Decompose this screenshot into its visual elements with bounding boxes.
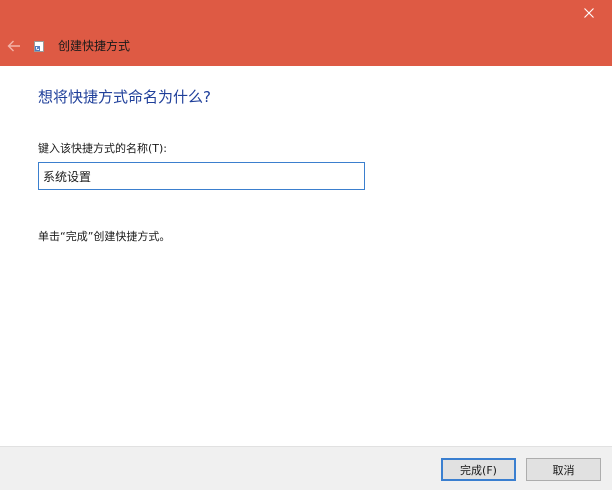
create-shortcut-window: 创建快捷方式 想将快捷方式命名为什么? 键入该快捷方式的名称(T): 单击“完成… — [0, 0, 612, 490]
wizard-title: 创建快捷方式 — [58, 39, 131, 53]
title-bar: 创建快捷方式 — [0, 0, 612, 66]
back-button[interactable] — [4, 36, 24, 56]
close-button[interactable] — [566, 0, 612, 26]
close-icon — [584, 8, 594, 18]
back-arrow-icon — [7, 40, 20, 52]
shortcut-icon — [34, 41, 44, 52]
cancel-button[interactable]: 取消 — [526, 458, 601, 481]
shortcut-name-input[interactable] — [38, 162, 365, 190]
finish-hint-text: 单击“完成”创建快捷方式。 — [38, 230, 171, 243]
page-heading: 想将快捷方式命名为什么? — [38, 88, 211, 106]
name-field-label: 键入该快捷方式的名称(T): — [38, 142, 168, 155]
finish-button[interactable]: 完成(F) — [441, 458, 516, 481]
button-bar — [0, 446, 612, 490]
